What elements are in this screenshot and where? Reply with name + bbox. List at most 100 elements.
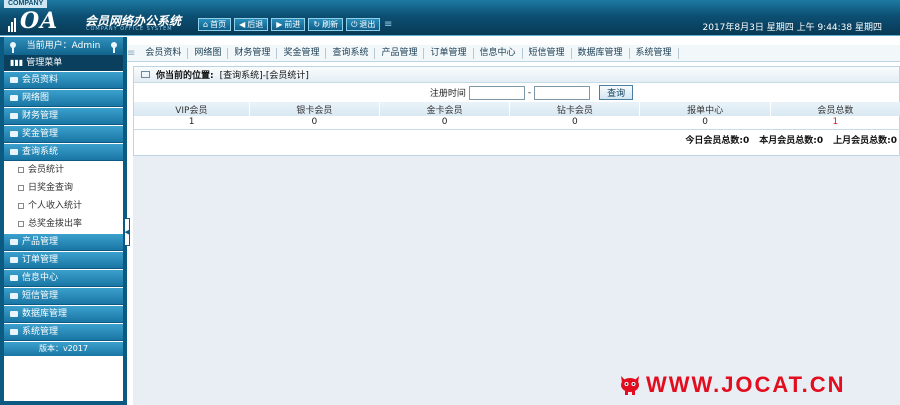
date-separator: -	[527, 87, 532, 98]
current-user-bar: 当前用户：Admin	[4, 37, 123, 55]
back-label: 后退	[247, 20, 264, 29]
start-date-input[interactable]	[468, 85, 525, 100]
forward-label: 前进	[284, 20, 301, 29]
table-cell: 0	[509, 116, 640, 130]
page-icon	[18, 221, 24, 227]
end-date-input[interactable]	[534, 85, 591, 100]
folder-icon	[10, 131, 18, 137]
watermark: WWW.JOCAT.CN	[618, 372, 846, 398]
sidebar-subitem-member-stats[interactable]: 会员统计	[4, 161, 123, 179]
sidebar-subitem-label: 会员统计	[28, 165, 65, 175]
tab-finance[interactable]: 财务管理	[228, 47, 278, 59]
back-button[interactable]: ◀ 后退	[234, 18, 269, 31]
total-members-cell[interactable]: 1	[770, 116, 900, 130]
sidebar-item-label: 信息中心	[22, 272, 59, 283]
today-total: 今日会员总数:0	[685, 136, 750, 146]
page-icon	[18, 167, 24, 173]
page-icon	[18, 203, 24, 209]
tab-info-center[interactable]: 信息中心	[474, 47, 523, 59]
menu-title-label: 管理菜单	[26, 58, 63, 68]
sidebar-collapse-handle[interactable]: ◀	[124, 218, 130, 246]
folder-icon	[10, 329, 18, 335]
system-subtitle: COMPANY OFFICE SYSTEM	[86, 26, 173, 32]
sidebar-item-sms[interactable]: 短信管理	[4, 288, 123, 305]
refresh-icon: ↻	[313, 20, 321, 29]
bar-chart-icon: ▮▮▮	[10, 58, 24, 67]
folder-icon	[10, 149, 18, 155]
tab-database[interactable]: 数据库管理	[572, 47, 630, 59]
query-button[interactable]: 查询	[599, 85, 634, 100]
date-filter: 注册时间 - 查询	[134, 83, 899, 102]
forward-button[interactable]: ▶ 前进	[271, 18, 306, 31]
main-content: 你当前的位置: [查询系统]-[会员统计] 注册时间 - 查询 VIP会员 银卡…	[133, 66, 900, 405]
sidebar-item-products[interactable]: 产品管理	[4, 234, 123, 251]
breadcrumb-label: 你当前的位置:	[156, 71, 214, 81]
logout-button[interactable]: ⏻ 退出	[346, 18, 381, 31]
sidebar-subitem-income-stats[interactable]: 个人收入统计	[4, 197, 123, 215]
top-nav: ≡ 会员资料 网络图 财务管理 奖金管理 查询系统 产品管理 订单管理 信息中心…	[127, 45, 900, 62]
refresh-label: 刷新	[322, 20, 339, 29]
watermark-text: WWW.JOCAT.CN	[646, 372, 846, 397]
logo-mark: OA	[20, 8, 59, 34]
tab-query-system[interactable]: 查询系统	[326, 47, 376, 59]
tab-sms[interactable]: 短信管理	[523, 47, 572, 59]
refresh-button[interactable]: ↻ 刷新	[308, 18, 344, 31]
tab-bonus[interactable]: 奖金管理	[277, 47, 327, 59]
tab-products[interactable]: 产品管理	[375, 47, 425, 59]
collapse-arrow-icon: ◀	[124, 228, 130, 236]
sidebar-subitem-payout-rate[interactable]: 总奖金拨出率	[4, 215, 123, 233]
sidebar-item-member-profile[interactable]: 会员资料	[4, 72, 123, 89]
sidebar-item-query-system[interactable]: 查询系统	[4, 144, 123, 161]
hamburger-menu-icon[interactable]: ≡	[384, 19, 392, 30]
sidebar-item-system[interactable]: 系统管理	[4, 324, 123, 341]
grip-icon: ≡	[127, 47, 136, 59]
sidebar-item-label: 订单管理	[22, 254, 59, 265]
folder-icon	[10, 257, 18, 263]
column-header: VIP会员	[134, 102, 250, 116]
sidebar-item-orders[interactable]: 订单管理	[4, 252, 123, 269]
month-total: 本月会员总数:0	[759, 136, 824, 146]
window-icon	[141, 71, 150, 78]
power-icon: ⏻	[351, 20, 358, 29]
member-totals: 今日会员总数:0 本月会员总数:0 上月会员总数:0	[134, 130, 899, 150]
table-cell: 0	[379, 116, 510, 130]
home-button[interactable]: ⌂ 首页	[198, 18, 232, 31]
sidebar-item-network-chart[interactable]: 网络图	[4, 90, 123, 107]
home-label: 首页	[210, 20, 227, 29]
folder-icon	[10, 293, 18, 299]
sidebar-item-label: 财务管理	[22, 110, 59, 121]
sidebar-item-label: 短信管理	[22, 290, 59, 301]
company-tag: COMPANY	[4, 0, 48, 8]
breadcrumb: 你当前的位置: [查询系统]-[会员统计]	[134, 67, 899, 83]
tab-orders[interactable]: 订单管理	[424, 47, 474, 59]
table-row: 1 0 0 0 0 1	[134, 116, 900, 130]
sidebar-item-label: 会员资料	[22, 74, 59, 85]
back-arrow-icon: ◀	[239, 20, 246, 29]
tab-system[interactable]: 系统管理	[630, 47, 679, 59]
sidebar-item-label: 系统管理	[22, 326, 59, 337]
sidebar-subitem-label: 总奖金拨出率	[28, 219, 83, 229]
sidebar-item-label: 网络图	[22, 92, 50, 103]
current-datetime: 2017年8月3日 星期四 上午 9:44:38 星期四	[702, 23, 883, 33]
sidebar-item-finance[interactable]: 财务管理	[4, 108, 123, 125]
breadcrumb-path: [查询系统]-[会员统计]	[219, 71, 309, 81]
logout-label: 退出	[359, 20, 376, 29]
sidebar-item-label: 查询系统	[22, 146, 59, 157]
app-header: COMPANY OA 会员网络办公系统 COMPANY OFFICE SYSTE…	[0, 0, 900, 36]
filter-label: 注册时间	[429, 89, 466, 99]
tab-network-chart[interactable]: 网络图	[188, 47, 229, 59]
sidebar-item-bonus[interactable]: 奖金管理	[4, 126, 123, 143]
folder-icon	[10, 275, 18, 281]
current-user-label: 当前用户：Admin	[26, 41, 101, 51]
tab-member-profile[interactable]: 会员资料	[139, 47, 189, 59]
sidebar-subitem-daily-bonus[interactable]: 日奖金查询	[4, 179, 123, 197]
folder-icon	[10, 95, 18, 101]
sidebar-item-info-center[interactable]: 信息中心	[4, 270, 123, 287]
column-header: 报单中心	[639, 102, 771, 116]
sidebar-subitem-label: 日奖金查询	[28, 183, 74, 193]
sidebar-item-label: 数据库管理	[22, 308, 68, 319]
folder-icon	[10, 113, 18, 119]
app-logo: OA	[8, 10, 58, 32]
sidebar-item-database[interactable]: 数据库管理	[4, 306, 123, 323]
sidebar-item-label: 奖金管理	[22, 128, 59, 139]
